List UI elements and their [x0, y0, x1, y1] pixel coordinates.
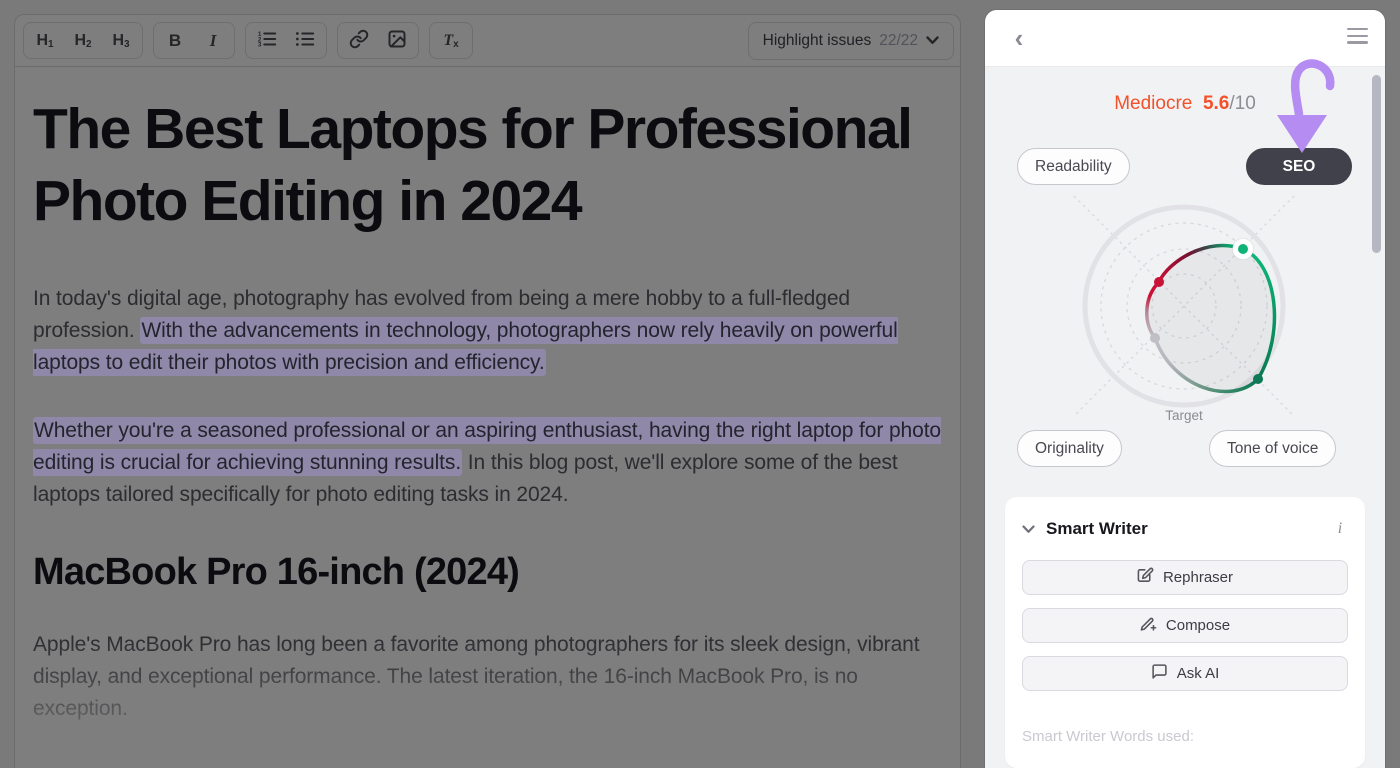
overall-score: Mediocre 5.6/10 — [985, 93, 1385, 115]
h1-label: H — [36, 32, 48, 50]
document-heading2: MacBook Pro 16-inch (2024) — [33, 547, 942, 597]
bold-button[interactable]: B — [157, 26, 193, 55]
tab-readability[interactable]: Readability — [1017, 148, 1130, 185]
compose-label: Compose — [1166, 617, 1230, 634]
tone-point — [1253, 374, 1263, 384]
h3-sub: 3 — [124, 39, 130, 50]
heading3-button[interactable]: H3 — [103, 26, 139, 55]
h2-sub: 2 — [86, 39, 92, 50]
seo-assistant-panel: ‹ Mediocre 5.6/10 Readability SEO Origin… — [985, 10, 1385, 768]
image-button[interactable] — [379, 26, 415, 55]
text-style-group: B I — [153, 22, 235, 59]
image-icon — [387, 29, 407, 52]
clear-formatting-sub: x — [453, 39, 459, 50]
readability-point — [1154, 277, 1164, 287]
hamburger-icon — [1347, 28, 1369, 44]
score-max: /10 — [1229, 93, 1255, 114]
svg-text:3: 3 — [258, 42, 262, 49]
panel-header: ‹ — [985, 10, 1385, 67]
chevron-down-icon — [926, 36, 939, 45]
back-button[interactable]: ‹ — [1005, 24, 1033, 52]
ask-ai-label: Ask AI — [1177, 665, 1220, 682]
heading1-button[interactable]: H1 — [27, 26, 63, 55]
editor-toolbar: H1 H2 H3 B I 1 2 3 — [15, 15, 960, 67]
originality-point — [1150, 333, 1160, 343]
seo-point — [1238, 244, 1248, 254]
collapse-chevron-button[interactable] — [1022, 522, 1036, 536]
score-label: Mediocre — [1114, 93, 1192, 114]
seo-point-ring — [1233, 239, 1254, 260]
h2-label: H — [74, 32, 86, 50]
smart-writer-words-used-label: Smart Writer Words used: — [1022, 728, 1348, 745]
highlight-issues-count: 22/22 — [879, 32, 918, 50]
rephraser-edit-icon — [1137, 567, 1154, 588]
compose-button[interactable]: Compose — [1022, 608, 1348, 643]
chevron-down-icon — [1022, 522, 1035, 537]
rephraser-label: Rephraser — [1163, 569, 1233, 586]
clear-formatting-button[interactable]: Tx — [433, 26, 469, 55]
italic-button[interactable]: I — [195, 26, 231, 55]
tab-tone-of-voice[interactable]: Tone of voice — [1209, 430, 1336, 467]
paragraph: Whether you're a seasoned professional o… — [33, 415, 945, 511]
list-group: 1 2 3 — [245, 22, 327, 59]
h1-sub: 1 — [48, 39, 54, 50]
ordered-list-icon: 1 2 3 — [256, 29, 278, 52]
insert-group — [337, 22, 419, 59]
link-button[interactable] — [341, 26, 377, 55]
paragraph: In today's digital age, photography has … — [33, 283, 945, 379]
link-icon — [349, 29, 369, 52]
hamburger-menu-button[interactable] — [1347, 27, 1369, 49]
heading2-button[interactable]: H2 — [65, 26, 101, 55]
tab-originality[interactable]: Originality — [1017, 430, 1122, 467]
ordered-list-button[interactable]: 1 2 3 — [249, 26, 285, 55]
magic-pen-icon — [1140, 615, 1157, 636]
smart-writer-card: Smart Writer i Rephraser Compose — [1005, 497, 1365, 768]
document-editing-area[interactable]: The Best Laptops for Professional Photo … — [15, 67, 960, 725]
smart-writer-header: Smart Writer i — [1022, 519, 1348, 539]
unordered-list-icon — [294, 29, 316, 52]
info-icon[interactable]: i — [1332, 520, 1348, 538]
document-title: The Best Laptops for Professional Photo … — [33, 93, 953, 237]
gauge-target-label: Target — [1165, 408, 1203, 423]
clear-format-group: Tx — [429, 22, 473, 59]
tab-seo[interactable]: SEO — [1246, 148, 1352, 185]
ask-ai-button[interactable]: Ask AI — [1022, 656, 1348, 691]
panel-scrollbar-thumb[interactable] — [1372, 75, 1381, 253]
chat-bubble-icon — [1151, 663, 1168, 684]
paragraph: Apple's MacBook Pro has long been a favo… — [33, 629, 945, 725]
heading-button-group: H1 H2 H3 — [23, 22, 143, 59]
highlight-issues-label: Highlight issues — [763, 32, 872, 50]
highlight-issues-dropdown[interactable]: Highlight issues 22/22 — [748, 22, 954, 60]
rephraser-button[interactable]: Rephraser — [1022, 560, 1348, 595]
clear-formatting-icon: T — [443, 32, 453, 50]
score-value: 5.6 — [1203, 93, 1229, 114]
h3-label: H — [112, 32, 124, 50]
editor-container: H1 H2 H3 B I 1 2 3 — [14, 14, 961, 768]
paragraph-text: Apple's MacBook Pro has long been a favo… — [33, 633, 919, 720]
unordered-list-button[interactable] — [287, 26, 323, 55]
smart-writer-title: Smart Writer — [1046, 519, 1332, 539]
highlighted-issue-text[interactable]: With the advancements in technology, pho… — [33, 317, 898, 376]
